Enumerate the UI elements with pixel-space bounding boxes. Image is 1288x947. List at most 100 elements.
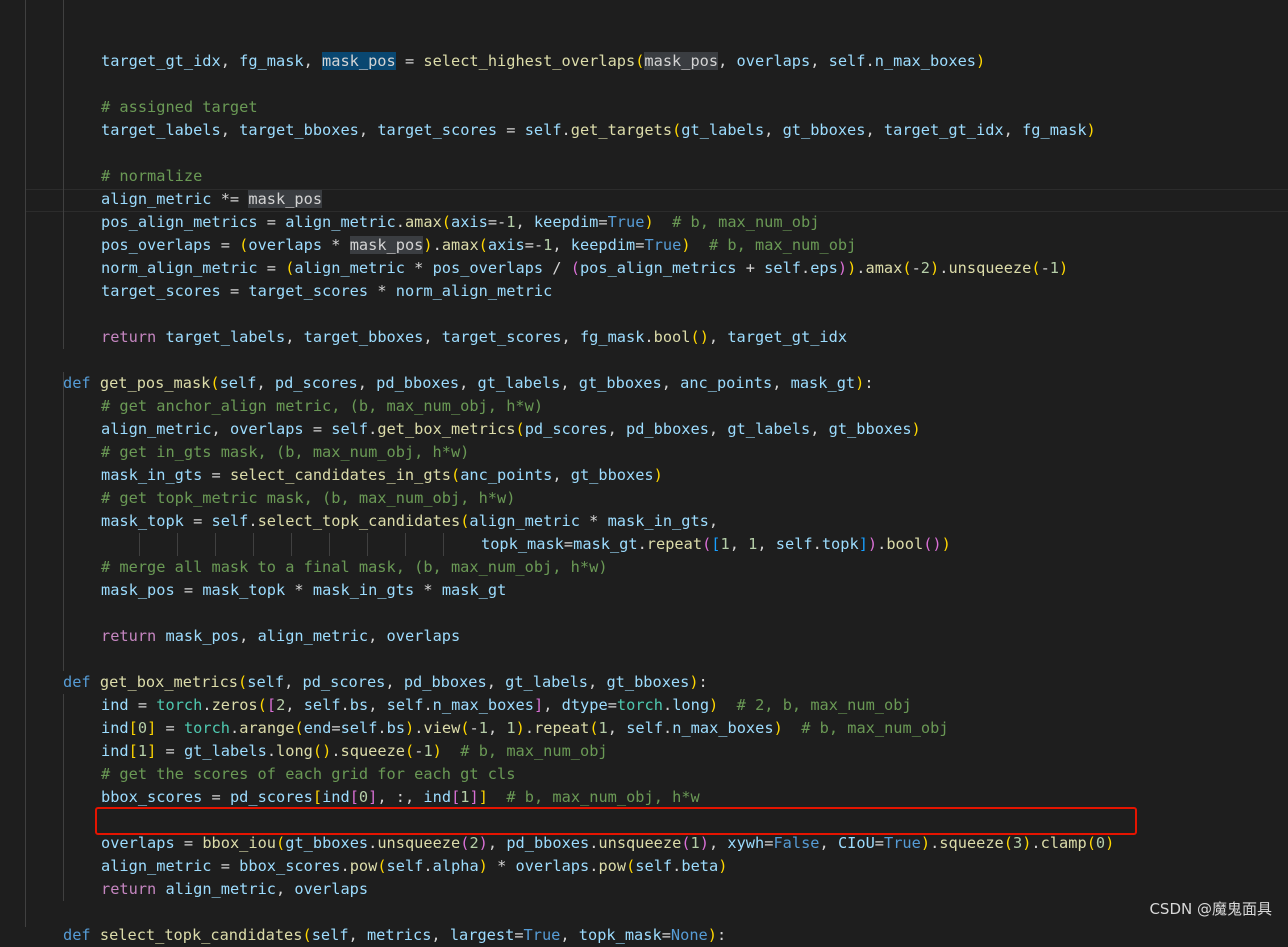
code-token: , [487, 834, 507, 852]
indent-guide [405, 533, 406, 556]
code-token: ) [837, 259, 848, 277]
code-token: # assigned target [101, 98, 258, 116]
code-token: , [810, 420, 829, 438]
code-token: amax [441, 236, 479, 254]
code-token: : [716, 926, 727, 944]
code-token: , [552, 466, 571, 484]
code-token: self [303, 696, 341, 714]
code-token: ) [867, 535, 878, 553]
code-token: gt_labels [477, 374, 561, 392]
code-token: # get the scores of each grid for each g… [101, 765, 516, 783]
code-line[interactable]: def get_box_metrics(self, pd_scores, pd_… [63, 671, 708, 694]
code-token: =- [524, 236, 544, 254]
code-line[interactable]: target_scores = target_scores * norm_ali… [101, 280, 552, 303]
code-token: largest [449, 926, 515, 944]
code-token: None [670, 926, 708, 944]
code-token: ) [405, 719, 415, 737]
code-token: # b, max_num_obj [653, 213, 820, 231]
code-token: [ [451, 788, 461, 806]
code-token: = [563, 535, 574, 553]
code-line[interactable]: ind = torch.zeros([2, self.bs, self.n_ma… [101, 694, 912, 717]
indent-guide [63, 694, 64, 901]
code-token: , [220, 121, 240, 139]
code-token: ) [1059, 259, 1069, 277]
code-token: * [579, 512, 608, 530]
code-line[interactable]: # get topk_metric mask, (b, max_num_obj,… [101, 487, 515, 510]
code-token: long [672, 696, 710, 714]
code-token: , [211, 420, 230, 438]
code-line[interactable]: # get anchor_align metric, (b, max_num_o… [101, 395, 543, 418]
code-token: axis [487, 236, 525, 254]
code-token: ( [441, 213, 451, 231]
code-token: # 2, b, max_num_obj [718, 696, 912, 714]
indent-guide [177, 533, 178, 556]
code-token: , [607, 719, 627, 737]
code-token: ] [147, 719, 157, 737]
code-token: select_topk_candidates [99, 926, 303, 944]
code-token: ind [322, 788, 350, 806]
code-token: True [607, 213, 645, 231]
code-line[interactable]: overlaps = bbox_iou(gt_bboxes.unsqueeze(… [101, 832, 1114, 855]
code-token: pd_scores [274, 374, 358, 392]
code-token: ( [1003, 834, 1013, 852]
code-token: ) [976, 52, 986, 70]
code-token: / [543, 259, 571, 277]
code-line[interactable]: return align_metric, overlaps [101, 878, 368, 901]
code-line[interactable]: # assigned target [101, 96, 258, 119]
code-line[interactable]: # get the scores of each grid for each g… [101, 763, 515, 786]
code-token: ) [644, 213, 654, 231]
code-token: ) [699, 834, 709, 852]
code-token: . [672, 857, 682, 875]
code-token: gt_bboxes [828, 420, 912, 438]
code-token: . [248, 512, 258, 530]
code-line[interactable]: def get_pos_mask(self, pd_scores, pd_bbo… [63, 372, 874, 395]
code-token: , [708, 512, 719, 530]
code-line[interactable]: pos_align_metrics = align_metric.amax(ax… [101, 211, 819, 234]
code-editor[interactable]: target_gt_idx, fg_mask, mask_pos = selec… [0, 0, 1288, 944]
code-line[interactable]: # merge all mask to a final mask, (b, ma… [101, 556, 608, 579]
code-token: ( [405, 742, 415, 760]
code-line[interactable]: bbox_scores = pd_scores[ind[0], :, ind[1… [101, 786, 700, 809]
code-line[interactable]: align_metric = bbox_scores.pow(self.alph… [101, 855, 727, 878]
code-token: = [156, 742, 184, 760]
code-line[interactable]: target_gt_idx, fg_mask, mask_pos = selec… [101, 50, 985, 73]
code-token: , [368, 696, 387, 714]
code-line[interactable]: pos_overlaps = (overlaps * mask_pos).ama… [101, 234, 856, 257]
code-token: - [911, 259, 921, 277]
code-token: 3 [1012, 834, 1023, 852]
code-line[interactable]: align_metric *= mask_pos [101, 188, 323, 211]
indent-guide [443, 533, 444, 556]
code-token: ind [101, 696, 129, 714]
code-token: () [312, 742, 332, 760]
code-token: mask_pos [349, 236, 424, 254]
code-token: , [772, 374, 791, 392]
code-token: , [431, 926, 450, 944]
indent-guide [253, 533, 254, 556]
code-line[interactable]: norm_align_metric = (align_metric * pos_… [101, 257, 1068, 280]
code-token: = [303, 420, 332, 438]
code-line[interactable]: # get in_gts mask, (b, max_num_obj, h*w) [101, 441, 469, 464]
code-line[interactable]: ind[1] = gt_labels.long().squeeze(-1) # … [101, 740, 608, 763]
code-token: # b, max_num_obj [690, 236, 857, 254]
code-line[interactable]: ind[0] = torch.arange(end=self.bs).view(… [101, 717, 949, 740]
code-line[interactable]: def select_topk_candidates(self, metrics… [63, 924, 726, 947]
code-token: mask_gt [573, 535, 638, 553]
code-line[interactable]: topk_mask=mask_gt.repeat([1, 1, self.top… [481, 533, 951, 556]
code-token: , [560, 374, 579, 392]
code-line[interactable]: align_metric, overlaps = self.get_box_me… [101, 418, 921, 441]
code-line[interactable]: # normalize [101, 165, 202, 188]
code-token: , [358, 121, 378, 139]
code-token: . [644, 328, 654, 346]
code-line[interactable]: mask_in_gts = select_candidates_in_gts(a… [101, 464, 663, 487]
code-token: . [524, 719, 535, 737]
code-line[interactable]: mask_pos = mask_topk * mask_in_gts * mas… [101, 579, 506, 602]
code-line[interactable]: target_labels, target_bboxes, target_sco… [101, 119, 1096, 142]
code-token: , [220, 52, 240, 70]
code-token: get_targets [570, 121, 673, 139]
code-token: target_bboxes [239, 121, 359, 139]
code-line[interactable]: return target_labels, target_bboxes, tar… [101, 326, 847, 349]
code-line[interactable]: mask_topk = self.select_topk_candidates(… [101, 510, 718, 533]
code-line[interactable]: return mask_pos, align_metric, overlaps [101, 625, 460, 648]
code-token: , [819, 834, 838, 852]
